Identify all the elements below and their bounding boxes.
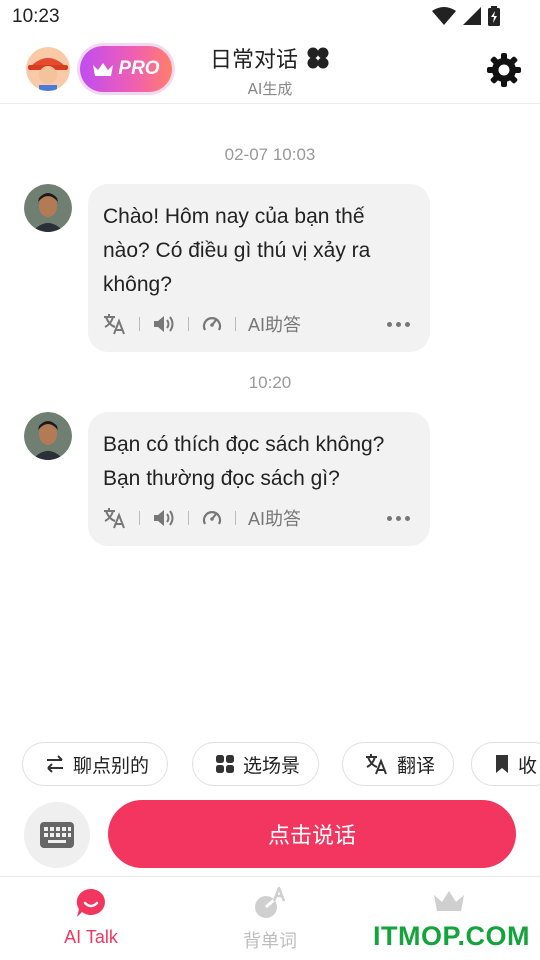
divider — [235, 317, 236, 331]
message-toolbar: AI助答 — [103, 504, 414, 532]
page-title: 日常对话 — [210, 42, 330, 74]
ai-avatar[interactable] — [24, 412, 72, 460]
ai-answer-button[interactable]: AI助答 — [248, 311, 301, 337]
ai-avatar[interactable] — [24, 184, 72, 232]
status-bar: 10:23 — [0, 0, 540, 36]
translate-button[interactable] — [103, 504, 127, 532]
more-options-icon[interactable] — [387, 515, 414, 521]
pro-label: PRO — [118, 58, 160, 79]
speed-button[interactable] — [201, 504, 223, 532]
clover-icon — [307, 47, 329, 69]
divider — [188, 511, 189, 525]
message-bubble[interactable]: Chào! Hôm nay của bạn thế nào? Có điều g… — [88, 184, 430, 352]
play-audio-button[interactable] — [152, 310, 176, 338]
keyboard-toggle-button[interactable] — [24, 802, 90, 868]
translate-icon — [366, 754, 387, 775]
speed-icon — [202, 317, 222, 331]
chip-select-scene[interactable]: 选场景 — [192, 742, 320, 786]
message-timestamp: 10:20 — [248, 373, 292, 392]
speed-icon — [202, 511, 222, 525]
quick-action-chips: 聊点别的 选场景 翻译 收 — [22, 742, 540, 786]
header: PRO 日常对话 AI生成 — [0, 36, 540, 104]
chip-label: 收 — [518, 754, 538, 777]
translate-icon — [104, 314, 125, 335]
divider — [188, 317, 189, 331]
page-title-text: 日常对话 — [209, 48, 298, 73]
bookmark-icon — [496, 755, 508, 773]
speaker-icon — [154, 510, 174, 526]
keyboard-icon — [40, 822, 74, 848]
nav-vocabulary[interactable]: 背单词 — [210, 884, 330, 953]
chip-change-topic[interactable]: 聊点别的 — [22, 742, 169, 786]
swap-icon — [47, 755, 63, 773]
talk-button[interactable]: 点击说话 — [108, 800, 516, 868]
message-text: Bạn có thích đọc sách không? Bạn thường … — [103, 433, 385, 490]
speed-button[interactable] — [201, 310, 223, 338]
grid-icon — [216, 755, 234, 773]
message-bubble[interactable]: Bạn có thích đọc sách không? Bạn thường … — [88, 412, 430, 546]
watermark: ITMOP.COM — [372, 921, 530, 951]
divider — [139, 317, 140, 331]
chip-label: 翻译 — [397, 754, 436, 777]
vocabulary-icon — [255, 884, 286, 918]
user-avatar[interactable] — [26, 47, 70, 91]
translate-icon — [104, 508, 125, 529]
chip-label: 聊点别的 — [73, 754, 150, 777]
chip-bookmark[interactable]: 收 — [471, 742, 540, 786]
divider — [139, 511, 140, 525]
divider — [235, 511, 236, 525]
message-text: Chào! Hôm nay của bạn thế nào? Có điều g… — [103, 205, 371, 296]
message-toolbar: AI助答 — [103, 310, 414, 338]
settings-button[interactable] — [486, 52, 522, 88]
header-title-group: 日常对话 AI生成 — [200, 42, 340, 99]
more-options-icon[interactable] — [387, 321, 414, 327]
nav-ai-talk[interactable]: AI Talk — [31, 887, 151, 948]
wifi-icon — [432, 7, 456, 25]
chat-face-icon — [76, 888, 105, 917]
signal-icon — [463, 7, 481, 25]
speaker-icon — [154, 316, 174, 332]
nav-label: AI Talk — [64, 927, 118, 947]
crown-icon — [93, 63, 114, 76]
gear-icon — [487, 53, 521, 87]
status-icons — [432, 6, 500, 26]
battery-icon — [488, 6, 500, 26]
pro-badge[interactable]: PRO — [80, 46, 172, 92]
bottom-nav: AI Talk 背单词 ITMOP.COM — [0, 876, 540, 960]
crown-icon — [434, 891, 464, 911]
nav-membership[interactable] — [389, 887, 509, 923]
status-time: 10:23 — [12, 6, 60, 27]
translate-button[interactable] — [103, 310, 127, 338]
play-audio-button[interactable] — [152, 504, 176, 532]
chip-translate[interactable]: 翻译 — [342, 742, 455, 786]
chip-label: 选场景 — [243, 754, 301, 777]
message-timestamp: 02-07 10:03 — [224, 145, 316, 164]
nav-label: 背单词 — [243, 931, 297, 951]
ai-answer-button[interactable]: AI助答 — [248, 505, 301, 531]
page-subtitle: AI生成 — [247, 80, 293, 98]
